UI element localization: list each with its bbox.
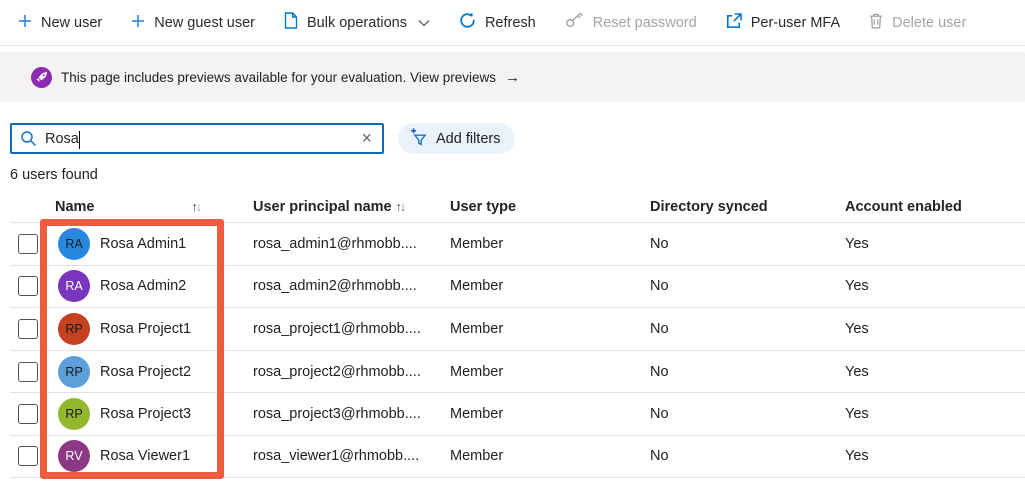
refresh-button[interactable]: Refresh xyxy=(459,12,536,33)
directory-synced: No xyxy=(650,406,669,423)
filter-plus-icon xyxy=(410,127,429,150)
user-principal-name: rosa_project2@rhmobb.... xyxy=(253,363,421,380)
column-header-upn[interactable]: User principal name ↑↓ xyxy=(253,199,450,215)
plus-icon xyxy=(131,14,145,32)
user-name-link[interactable]: Rosa Viewer1 xyxy=(100,448,190,464)
table-row[interactable]: RA Rosa Admin1 rosa_admin1@rhmobb.... Me… xyxy=(10,222,1025,265)
directory-synced: No xyxy=(650,448,669,465)
account-enabled: Yes xyxy=(845,320,869,337)
bulk-operations-button[interactable]: Bulk operations xyxy=(284,12,430,33)
banner-text: This page includes previews available fo… xyxy=(61,70,496,85)
account-enabled: Yes xyxy=(845,448,869,465)
bulk-operations-label: Bulk operations xyxy=(307,14,407,31)
row-checkbox[interactable] xyxy=(18,361,38,382)
avatar: RA xyxy=(58,227,90,260)
avatar: RP xyxy=(58,312,90,345)
trash-icon xyxy=(869,13,883,33)
key-icon xyxy=(565,12,584,33)
avatar: RP xyxy=(58,398,90,431)
column-header-user-type[interactable]: User type xyxy=(450,199,650,215)
user-type: Member xyxy=(450,406,504,423)
user-type: Member xyxy=(450,320,504,337)
row-checkbox[interactable] xyxy=(18,233,38,254)
sort-icons: ↑↓ xyxy=(395,200,407,214)
new-guest-user-button[interactable]: New guest user xyxy=(131,14,255,32)
avatar: RA xyxy=(58,270,90,303)
column-header-account-enabled[interactable]: Account enabled xyxy=(845,199,1025,215)
command-bar: New user New guest user Bulk operations … xyxy=(0,0,1025,46)
user-name-link[interactable]: Rosa Project3 xyxy=(100,406,191,422)
row-checkbox[interactable] xyxy=(18,404,38,425)
banner-message: This page includes previews available fo… xyxy=(61,69,407,85)
name-header-label: Name xyxy=(55,199,95,215)
table-row[interactable]: RP Rosa Project3 rosa_project3@rhmobb...… xyxy=(10,392,1025,435)
upn-header-label: User principal name xyxy=(253,199,392,215)
user-name-link[interactable]: Rosa Admin1 xyxy=(100,236,186,252)
plus-icon xyxy=(18,14,32,32)
arrow-right-icon[interactable]: → xyxy=(505,69,520,86)
table-row[interactable]: RP Rosa Project1 rosa_project1@rhmobb...… xyxy=(10,307,1025,350)
search-input[interactable] xyxy=(45,130,356,147)
user-type: Member xyxy=(450,278,504,295)
avatar: RV xyxy=(58,440,90,473)
table-row[interactable]: RA Rosa Admin2 rosa_admin2@rhmobb.... Me… xyxy=(10,264,1025,308)
account-enabled: Yes xyxy=(845,278,869,295)
delete-user-label: Delete user xyxy=(892,14,967,31)
directory-synced: No xyxy=(650,320,669,337)
user-principal-name: rosa_viewer1@rhmobb.... xyxy=(253,448,420,465)
reset-password-label: Reset password xyxy=(592,14,697,31)
account-enabled: Yes xyxy=(845,363,869,380)
account-enabled: Yes xyxy=(845,406,869,423)
user-name-link[interactable]: Rosa Project1 xyxy=(100,321,191,337)
preview-banner: This page includes previews available fo… xyxy=(0,52,1025,102)
results-count: 6 users found xyxy=(10,167,98,183)
per-user-mfa-button[interactable]: Per-user MFA xyxy=(726,12,841,33)
user-principal-name: rosa_admin1@rhmobb.... xyxy=(253,235,417,252)
search-row: × Add filters xyxy=(10,123,1025,154)
new-user-button[interactable]: New user xyxy=(18,14,102,32)
external-link-icon xyxy=(726,12,742,33)
user-name-link[interactable]: Rosa Admin2 xyxy=(100,278,186,294)
delete-user-button[interactable]: Delete user xyxy=(869,13,966,33)
avatar: RP xyxy=(58,355,90,388)
account-enabled: Yes xyxy=(845,235,869,252)
user-type: Member xyxy=(450,363,504,380)
user-name-link[interactable]: Rosa Project2 xyxy=(100,364,191,380)
document-icon xyxy=(284,12,298,33)
view-previews-link[interactable]: View previews xyxy=(410,70,496,85)
table-header: Name ↑↓ User principal name ↑↓ User type… xyxy=(0,192,1025,222)
search-icon xyxy=(21,131,37,147)
users-page: New user New guest user Bulk operations … xyxy=(0,0,1025,498)
user-principal-name: rosa_admin2@rhmobb.... xyxy=(253,278,417,295)
user-type: Member xyxy=(450,235,504,252)
row-checkbox[interactable] xyxy=(18,446,38,467)
sort-icons: ↑↓ xyxy=(191,200,203,214)
search-box[interactable]: × xyxy=(10,123,384,154)
new-user-label: New user xyxy=(41,14,103,31)
table-row[interactable]: RP Rosa Project2 rosa_project2@rhmobb...… xyxy=(10,349,1025,393)
row-checkbox[interactable] xyxy=(18,318,38,339)
clear-search-button[interactable]: × xyxy=(355,129,382,149)
per-user-mfa-label: Per-user MFA xyxy=(750,14,841,31)
user-principal-name: rosa_project3@rhmobb.... xyxy=(253,406,421,423)
chevron-down-icon xyxy=(418,19,430,27)
column-header-name[interactable]: Name ↑↓ xyxy=(50,199,253,215)
refresh-label: Refresh xyxy=(484,14,536,31)
user-principal-name: rosa_project1@rhmobb.... xyxy=(253,320,421,337)
reset-password-button[interactable]: Reset password xyxy=(565,12,697,33)
directory-synced: No xyxy=(650,235,669,252)
directory-synced: No xyxy=(650,363,669,380)
table-body: RA Rosa Admin1 rosa_admin1@rhmobb.... Me… xyxy=(0,222,1025,478)
rocket-icon xyxy=(31,66,52,88)
add-filters-button[interactable]: Add filters xyxy=(398,123,516,154)
column-header-directory-synced[interactable]: Directory synced xyxy=(650,199,845,215)
refresh-icon xyxy=(459,12,476,33)
row-checkbox[interactable] xyxy=(18,276,38,297)
text-cursor xyxy=(79,131,81,149)
add-filters-label: Add filters xyxy=(436,130,501,147)
new-guest-user-label: New guest user xyxy=(154,14,255,31)
table-row[interactable]: RV Rosa Viewer1 rosa_viewer1@rhmobb.... … xyxy=(10,434,1025,478)
directory-synced: No xyxy=(650,278,669,295)
user-type: Member xyxy=(450,448,504,465)
